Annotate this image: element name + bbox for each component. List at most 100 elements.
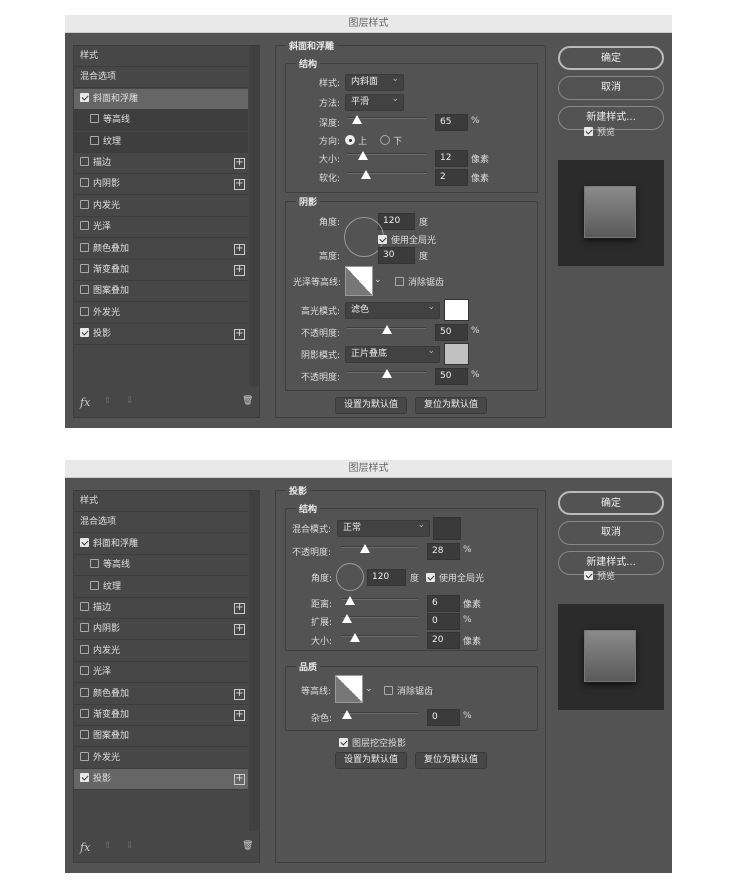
checkbox[interactable] xyxy=(80,751,89,761)
checkbox[interactable] xyxy=(80,773,89,783)
angle-input[interactable]: 120 xyxy=(378,213,415,230)
sidebar-item[interactable]: 图案叠加 xyxy=(74,726,248,748)
checkbox[interactable] xyxy=(80,221,89,231)
sidebar-item[interactable]: 样式 xyxy=(74,46,248,67)
highlight-color-swatch[interactable] xyxy=(444,299,469,321)
checkbox[interactable] xyxy=(90,114,99,124)
arrow-down-icon[interactable]: ⇩ xyxy=(126,396,134,406)
slider-thumb[interactable] xyxy=(352,115,363,124)
sidebar-item[interactable]: 等高线 xyxy=(74,555,248,577)
ok-button[interactable]: 确定 xyxy=(558,491,664,515)
sidebar-item[interactable]: 混合选项 xyxy=(74,67,248,89)
noise-input[interactable]: 0 xyxy=(427,709,460,726)
checkbox[interactable] xyxy=(80,92,89,102)
add-icon[interactable]: + xyxy=(234,329,245,341)
opacity-input[interactable]: 28 xyxy=(427,543,460,560)
checkbox[interactable] xyxy=(80,666,89,676)
checkbox[interactable] xyxy=(80,687,89,697)
checkbox[interactable] xyxy=(80,623,89,633)
add-icon[interactable]: + xyxy=(234,158,245,169)
slider-thumb[interactable] xyxy=(349,633,360,642)
sidebar-item[interactable]: 外发光 xyxy=(74,748,248,769)
cancel-button[interactable]: 取消 xyxy=(558,76,664,100)
add-icon[interactable]: + xyxy=(234,265,245,276)
direction-down-radio[interactable] xyxy=(380,135,390,145)
arrow-down-icon[interactable]: ⇩ xyxy=(126,841,134,851)
cancel-button[interactable]: 取消 xyxy=(558,521,664,545)
technique-select[interactable]: 平滑 xyxy=(345,92,404,111)
sidebar-item[interactable]: 混合选项 xyxy=(74,512,248,534)
highlight-opacity-slider[interactable] xyxy=(347,325,426,334)
sidebar-item[interactable]: 内阴影 + xyxy=(74,174,248,196)
blend-mode-select[interactable]: 正常 xyxy=(337,518,430,537)
checkbox[interactable] xyxy=(80,242,89,252)
checkbox[interactable] xyxy=(80,178,89,188)
fx-icon[interactable]: fx xyxy=(80,396,90,409)
sidebar-item[interactable]: 纹理 xyxy=(74,131,248,153)
checkbox[interactable] xyxy=(80,199,89,209)
sidebar-item[interactable]: 颜色叠加 + xyxy=(74,684,248,705)
spread-input[interactable]: 0 xyxy=(427,613,460,630)
add-icon[interactable]: + xyxy=(234,774,245,786)
sidebar-item[interactable]: 描边 + xyxy=(74,153,248,174)
distance-slider[interactable] xyxy=(341,596,417,605)
altitude-input[interactable]: 30 xyxy=(378,247,415,264)
checkbox[interactable] xyxy=(378,235,387,244)
checkbox[interactable] xyxy=(90,580,99,590)
shadow-color-swatch[interactable] xyxy=(433,517,461,540)
preview-checkbox[interactable]: 预览 xyxy=(584,569,615,582)
sidebar-item[interactable]: 纹理 xyxy=(74,577,248,598)
size-input[interactable]: 12 xyxy=(435,150,468,167)
slider-thumb[interactable] xyxy=(344,596,355,605)
checkbox[interactable] xyxy=(80,157,89,166)
slider-thumb[interactable] xyxy=(342,614,352,623)
slider-thumb[interactable] xyxy=(358,151,369,160)
highlight-opacity-input[interactable]: 50 xyxy=(435,324,468,341)
gloss-contour-picker[interactable] xyxy=(345,266,373,296)
checkbox[interactable] xyxy=(426,573,435,582)
shadow-mode-select[interactable]: 正片叠底 xyxy=(345,344,440,363)
sidebar-item[interactable]: 等高线 xyxy=(74,110,248,132)
make-default-button[interactable]: 设置为默认值 xyxy=(335,752,407,769)
depth-slider[interactable] xyxy=(347,115,426,124)
sidebar-item[interactable]: 投影 + xyxy=(74,769,248,791)
angle-input[interactable]: 120 xyxy=(367,569,406,586)
size-slider[interactable] xyxy=(341,633,417,642)
contour-picker[interactable] xyxy=(335,675,363,703)
global-light-checkbox[interactable]: 使用全局光 xyxy=(426,571,484,584)
sidebar-item[interactable]: 图案叠加 xyxy=(74,281,248,303)
checkbox[interactable] xyxy=(80,264,89,273)
checkbox[interactable] xyxy=(80,730,89,740)
fx-icon[interactable]: fx xyxy=(80,841,90,854)
style-select[interactable]: 内斜面 xyxy=(345,72,404,91)
scrollbar[interactable] xyxy=(249,46,260,386)
shadow-opacity-input[interactable]: 50 xyxy=(435,368,468,385)
arrow-up-icon[interactable]: ⇧ xyxy=(104,396,112,406)
antialias-checkbox[interactable]: 消除锯齿 xyxy=(384,684,433,697)
reset-default-button[interactable]: 复位为默认值 xyxy=(415,752,487,769)
checkbox[interactable] xyxy=(90,135,99,145)
ok-button[interactable]: 确定 xyxy=(558,46,664,70)
slider-thumb[interactable] xyxy=(359,544,370,553)
shadow-opacity-slider[interactable] xyxy=(347,369,426,378)
sidebar-item[interactable]: 投影 + xyxy=(74,324,248,346)
checkbox[interactable] xyxy=(80,537,89,547)
checkbox[interactable] xyxy=(395,277,404,286)
add-icon[interactable]: + xyxy=(234,603,245,614)
sidebar-item[interactable]: 斜面和浮雕 xyxy=(74,88,248,110)
depth-input[interactable]: 65 xyxy=(435,114,468,131)
sidebar-item[interactable]: 内发光 xyxy=(74,641,248,662)
checkbox[interactable] xyxy=(584,571,593,580)
checkbox[interactable] xyxy=(384,686,393,695)
add-icon[interactable]: + xyxy=(234,624,245,636)
checkbox[interactable] xyxy=(80,709,89,718)
arrow-up-icon[interactable]: ⇧ xyxy=(104,841,112,851)
make-default-button[interactable]: 设置为默认值 xyxy=(335,397,407,414)
preview-checkbox[interactable]: 预览 xyxy=(584,125,615,138)
sidebar-item[interactable]: 斜面和浮雕 xyxy=(74,534,248,555)
checkbox[interactable] xyxy=(90,559,99,569)
sidebar-item[interactable]: 内阴影 + xyxy=(74,619,248,641)
add-icon[interactable]: + xyxy=(234,243,245,255)
opacity-slider[interactable] xyxy=(341,544,417,553)
sidebar-item[interactable]: 内发光 xyxy=(74,196,248,217)
